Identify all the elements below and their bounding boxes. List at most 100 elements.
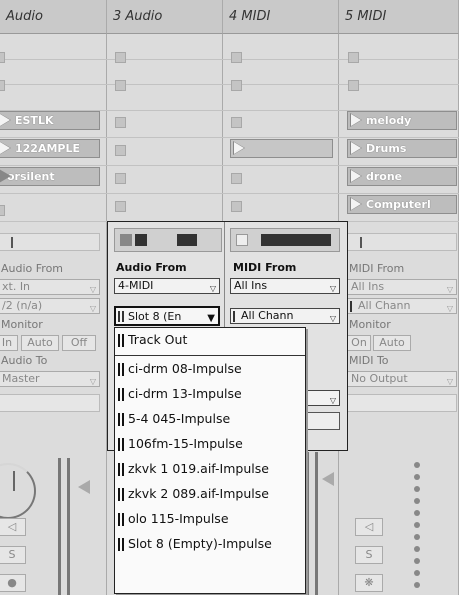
chevron-down-icon: ▽ bbox=[89, 304, 96, 313]
clip-slot-icon bbox=[118, 438, 125, 451]
clip-slot-icon bbox=[118, 334, 125, 347]
output-type-select[interactable]: No Output ▽ bbox=[347, 371, 457, 387]
clip-stop-button[interactable] bbox=[0, 205, 5, 216]
chevron-down-icon: ▽ bbox=[329, 314, 336, 323]
status-block bbox=[177, 234, 197, 246]
clip-stop-button[interactable] bbox=[348, 52, 359, 63]
clip-stop-button[interactable] bbox=[231, 52, 242, 63]
row-divider bbox=[0, 84, 459, 85]
clip-stop-button[interactable] bbox=[115, 117, 126, 128]
clip-stop-button[interactable] bbox=[348, 80, 359, 91]
clip-stop-button[interactable] bbox=[115, 173, 126, 184]
input-type-select[interactable]: xt. In ▽ bbox=[0, 279, 100, 295]
monitor-in-button[interactable]: In bbox=[0, 335, 18, 351]
volume-slider-handle[interactable] bbox=[78, 480, 90, 494]
input-channel-menu: Track Out ci-drm 08-Impulse ci-drm 13-Im… bbox=[114, 327, 306, 594]
input-type-select[interactable]: 4-MIDI ▽ bbox=[114, 278, 220, 294]
input-channel-select[interactable]: Slot 8 (En ▼ bbox=[114, 306, 220, 326]
volume-meter bbox=[58, 458, 61, 595]
menu-item[interactable]: zkvk 2 089.aif-Impulse bbox=[115, 483, 305, 505]
clip[interactable]: ESTLK bbox=[0, 111, 100, 130]
output-channel-field[interactable] bbox=[347, 394, 457, 412]
monitor-auto-button[interactable]: Auto bbox=[373, 335, 411, 351]
output-type-select[interactable]: Master ▽ bbox=[0, 371, 100, 387]
clip-slot-icon bbox=[118, 413, 125, 426]
monitor-on-button[interactable]: On bbox=[347, 335, 371, 351]
clip-stop-button[interactable] bbox=[115, 145, 126, 156]
volume-slider-handle[interactable] bbox=[322, 472, 334, 486]
chevron-down-icon: ▽ bbox=[446, 285, 453, 294]
monitor-label: Monitor bbox=[1, 318, 43, 331]
monitor-off-button[interactable]: Off bbox=[62, 335, 96, 351]
track-activator-button[interactable]: ◁ bbox=[355, 518, 383, 536]
clip[interactable] bbox=[230, 139, 333, 158]
solo-button[interactable]: S bbox=[355, 546, 383, 564]
clip-stop-button[interactable] bbox=[231, 117, 242, 128]
track-header-3-audio[interactable]: 3 Audio bbox=[107, 0, 223, 34]
audio-from-label: Audio From bbox=[116, 261, 187, 274]
menu-item[interactable]: zkvk 1 019.aif-Impulse bbox=[115, 458, 305, 480]
clip[interactable]: melody bbox=[347, 111, 457, 130]
track-activator-button[interactable]: ◁ bbox=[0, 518, 26, 536]
track-status-bar bbox=[347, 233, 457, 251]
clip[interactable]: Computerl bbox=[347, 195, 457, 214]
clip-stop-button[interactable] bbox=[115, 201, 126, 212]
clip-stop-button[interactable] bbox=[231, 80, 242, 91]
play-icon bbox=[0, 169, 11, 183]
clip-stop-button[interactable] bbox=[0, 52, 5, 63]
play-icon bbox=[351, 114, 361, 126]
monitor-auto-button[interactable]: Auto bbox=[21, 335, 59, 351]
chevron-down-icon: ▽ bbox=[209, 284, 216, 293]
midi-to-label: MIDI To bbox=[349, 354, 389, 367]
menu-item-track-out[interactable]: Track Out bbox=[115, 329, 305, 351]
clip-name: ESTLK bbox=[15, 114, 54, 127]
midi-arm-icon: ❋ bbox=[364, 576, 374, 589]
input-type-select[interactable]: All Ins ▽ bbox=[230, 278, 340, 294]
chevron-down-icon: ▽ bbox=[329, 284, 336, 293]
menu-item[interactable]: 5-4 045-Impulse bbox=[115, 408, 305, 430]
track-header-4-midi[interactable]: 4 MIDI bbox=[223, 0, 339, 34]
status-block bbox=[135, 234, 147, 246]
output-channel-field[interactable] bbox=[0, 394, 100, 412]
audio-to-label: Audio To bbox=[1, 354, 48, 367]
track-header-5-midi[interactable]: 5 MIDI bbox=[339, 0, 459, 34]
arm-button[interactable]: ● bbox=[0, 574, 26, 592]
solo-button[interactable]: S bbox=[0, 546, 26, 564]
menu-item[interactable]: ci-drm 08-Impulse bbox=[115, 358, 305, 380]
clip-stop-button[interactable] bbox=[0, 80, 5, 91]
clip-stop-button[interactable] bbox=[115, 52, 126, 63]
output-channel-field[interactable] bbox=[306, 412, 340, 430]
clip[interactable]: Drums bbox=[347, 139, 457, 158]
chevron-down-icon: ▽ bbox=[89, 377, 96, 386]
menu-item[interactable]: Slot 8 (Empty)-Impulse bbox=[115, 533, 305, 555]
speaker-icon: ◁ bbox=[364, 520, 374, 533]
input-channel-select[interactable]: All Chann ▽ bbox=[230, 308, 340, 324]
menu-item[interactable]: olo 115-Impulse bbox=[115, 508, 305, 530]
clip-stop-button[interactable] bbox=[115, 80, 126, 91]
track-title: 3 Audio bbox=[113, 9, 163, 24]
track-header-audio[interactable]: Audio bbox=[0, 0, 107, 34]
track-status-bar bbox=[0, 233, 100, 251]
status-block bbox=[120, 234, 132, 246]
menu-item[interactable]: ci-drm 13-Impulse bbox=[115, 383, 305, 405]
clip[interactable]: 122AMPLE bbox=[0, 139, 100, 158]
play-icon bbox=[351, 198, 361, 210]
monitor-label: Monitor bbox=[349, 318, 391, 331]
output-type-select[interactable]: ▽ bbox=[306, 390, 340, 406]
clip-slot-icon bbox=[118, 463, 125, 476]
midi-channel-icon bbox=[350, 301, 357, 312]
arm-button[interactable]: ❋ bbox=[355, 574, 383, 592]
level-indicator bbox=[11, 237, 13, 248]
input-channel-select[interactable]: /2 (n/a) ▽ bbox=[0, 298, 100, 314]
menu-item[interactable]: 106fm-15-Impulse bbox=[115, 433, 305, 455]
clip[interactable]: orsilent bbox=[0, 167, 100, 186]
input-type-select[interactable]: All Ins ▽ bbox=[347, 279, 457, 295]
status-block bbox=[236, 234, 248, 246]
clip-name: melody bbox=[366, 114, 412, 127]
clip-stop-button[interactable] bbox=[231, 173, 242, 184]
play-icon bbox=[351, 170, 361, 182]
midi-from-label: MIDI From bbox=[233, 261, 297, 274]
clip-stop-button[interactable] bbox=[231, 201, 242, 212]
clip[interactable]: drone bbox=[347, 167, 457, 186]
input-channel-select[interactable]: All Chann ▽ bbox=[347, 298, 457, 314]
